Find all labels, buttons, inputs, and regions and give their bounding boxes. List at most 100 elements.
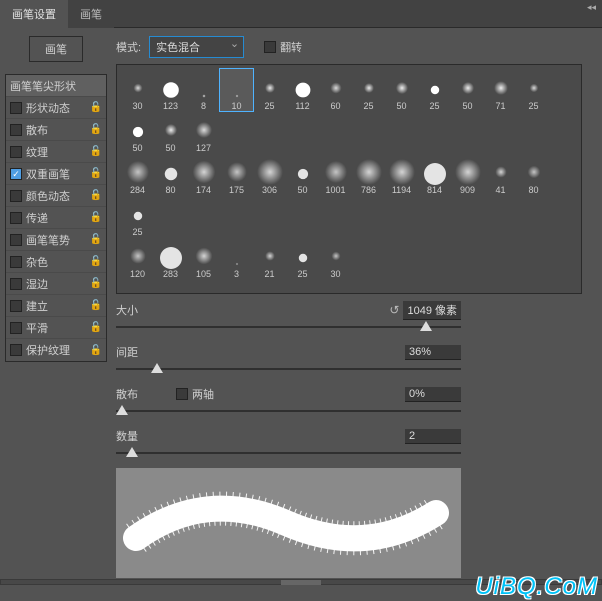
brush-preset[interactable]: 30 — [319, 237, 352, 279]
option-双重画笔[interactable]: 双重画笔🔓 — [6, 163, 106, 185]
tab-画笔[interactable]: 画笔 — [68, 0, 114, 28]
lock-icon[interactable]: 🔓 — [90, 322, 102, 333]
lock-icon[interactable]: 🔓 — [90, 278, 102, 289]
option-checkbox[interactable] — [10, 234, 22, 246]
left-column: 画笔 画笔笔尖形状 形状动态🔓散布🔓纹理🔓双重画笔🔓颜色动态🔓传递🔓画笔笔势🔓杂… — [0, 28, 112, 599]
resize-grip[interactable] — [281, 580, 321, 585]
brush-preset[interactable]: 3 — [220, 237, 253, 279]
count-slider-thumb[interactable] — [126, 447, 138, 457]
lock-icon[interactable]: 🔓 — [90, 190, 102, 201]
spacing-input[interactable]: 36% — [405, 345, 461, 360]
brush-preset[interactable]: 25 — [517, 69, 550, 111]
brush-preset[interactable]: 50 — [121, 111, 154, 153]
option-checkbox[interactable] — [10, 322, 22, 334]
option-checkbox[interactable] — [10, 256, 22, 268]
brush-preset[interactable]: 30 — [121, 69, 154, 111]
brush-preset[interactable]: 127 — [187, 111, 220, 153]
brush-preset[interactable]: 50 — [451, 69, 484, 111]
brush-preset[interactable]: 60 — [319, 69, 352, 111]
brush-preset[interactable]: 120 — [121, 237, 154, 279]
brush-preset[interactable]: 41 — [484, 153, 517, 195]
brush-preset[interactable]: 786 — [352, 153, 385, 195]
both-axes-checkbox[interactable]: 两轴 — [176, 386, 214, 402]
option-保护纹理[interactable]: 保护纹理🔓 — [6, 339, 106, 361]
brush-preset[interactable]: 105 — [187, 237, 220, 279]
lock-icon[interactable]: 🔓 — [90, 102, 102, 113]
lock-icon[interactable]: 🔓 — [90, 345, 102, 356]
brush-preset[interactable]: 71 — [484, 69, 517, 111]
option-建立[interactable]: 建立🔓 — [6, 295, 106, 317]
brush-preset[interactable]: 25 — [286, 237, 319, 279]
brush-size-label: 41 — [495, 185, 505, 195]
brush-preset[interactable]: 123 — [154, 69, 187, 111]
option-checkbox[interactable] — [10, 168, 22, 180]
brush-preset[interactable]: 25 — [121, 195, 154, 237]
option-checkbox[interactable] — [10, 278, 22, 290]
brush-preset[interactable]: 1001 — [319, 153, 352, 195]
blend-mode-select[interactable]: 实色混合 — [149, 36, 244, 58]
scatter-slider-thumb[interactable] — [116, 405, 128, 415]
brush-preset[interactable]: 10 — [220, 69, 253, 111]
lock-icon[interactable]: 🔓 — [90, 212, 102, 223]
brush-preset[interactable]: 25 — [418, 69, 451, 111]
option-颜色动态[interactable]: 颜色动态🔓 — [6, 185, 106, 207]
option-平滑[interactable]: 平滑🔓 — [6, 317, 106, 339]
brush-preset[interactable]: 175 — [220, 153, 253, 195]
brush-preset[interactable]: 25 — [352, 69, 385, 111]
lock-icon[interactable]: 🔓 — [90, 124, 102, 135]
size-slider[interactable] — [116, 320, 461, 334]
option-checkbox[interactable] — [10, 124, 22, 136]
brush-preset[interactable]: 25 — [253, 69, 286, 111]
brush-preset[interactable]: 50 — [385, 69, 418, 111]
lock-icon[interactable]: 🔓 — [90, 256, 102, 267]
spacing-slider[interactable] — [116, 362, 461, 376]
tab-画笔设置[interactable]: 画笔设置 — [0, 0, 68, 28]
brush-preset[interactable]: 1194 — [385, 153, 418, 195]
option-杂色[interactable]: 杂色🔓 — [6, 251, 106, 273]
brush-preset[interactable]: 306 — [253, 153, 286, 195]
brush-preset[interactable]: 50 — [286, 153, 319, 195]
option-画笔笔势[interactable]: 画笔笔势🔓 — [6, 229, 106, 251]
brush-preset[interactable]: 814 — [418, 153, 451, 195]
brush-preset[interactable]: 284 — [121, 153, 154, 195]
scatter-input[interactable]: 0% — [405, 387, 461, 402]
count-slider[interactable] — [116, 446, 461, 460]
brush-preset[interactable]: 50 — [154, 111, 187, 153]
flip-checkbox[interactable]: 翻转 — [264, 39, 302, 55]
collapse-chevrons-icon[interactable]: ◂◂ — [587, 2, 596, 13]
option-checkbox[interactable] — [10, 190, 22, 202]
brush-preset[interactable]: 80 — [517, 153, 550, 195]
spacing-slider-thumb[interactable] — [151, 363, 163, 373]
size-slider-thumb[interactable] — [420, 321, 432, 331]
option-checkbox[interactable] — [10, 102, 22, 114]
option-checkbox[interactable] — [10, 212, 22, 224]
option-形状动态[interactable]: 形状动态🔓 — [6, 97, 106, 119]
brush-preset[interactable]: 80 — [154, 153, 187, 195]
lock-icon[interactable]: 🔓 — [90, 168, 102, 179]
option-label: 颜色动态 — [26, 188, 90, 204]
brush-preset[interactable]: 283 — [154, 237, 187, 279]
option-散布[interactable]: 散布🔓 — [6, 119, 106, 141]
option-checkbox[interactable] — [10, 344, 22, 356]
right-column: 模式: 实色混合 翻转 3012381025112602550255071255… — [112, 28, 602, 599]
option-传递[interactable]: 传递🔓 — [6, 207, 106, 229]
brush-preset[interactable]: 174 — [187, 153, 220, 195]
brush-preset[interactable]: 8 — [187, 69, 220, 111]
option-湿边[interactable]: 湿边🔓 — [6, 273, 106, 295]
brush-preset[interactable]: 909 — [451, 153, 484, 195]
option-checkbox[interactable] — [10, 146, 22, 158]
option-checkbox[interactable] — [10, 300, 22, 312]
brush-preset[interactable]: 21 — [253, 237, 286, 279]
reset-size-icon[interactable]: ↺ — [389, 303, 399, 317]
lock-icon[interactable]: 🔓 — [90, 300, 102, 311]
lock-icon[interactable]: 🔓 — [90, 234, 102, 245]
lock-icon[interactable]: 🔓 — [90, 146, 102, 157]
count-input[interactable]: 2 — [405, 429, 461, 444]
option-纹理[interactable]: 纹理🔓 — [6, 141, 106, 163]
brush-tip-shape-header[interactable]: 画笔笔尖形状 — [6, 75, 106, 97]
brush-button[interactable]: 画笔 — [29, 36, 83, 62]
scatter-slider[interactable] — [116, 404, 461, 418]
brush-preset[interactable]: 112 — [286, 69, 319, 111]
size-input[interactable]: 1049 像素 — [403, 301, 461, 320]
brush-size-label: 25 — [297, 269, 307, 279]
